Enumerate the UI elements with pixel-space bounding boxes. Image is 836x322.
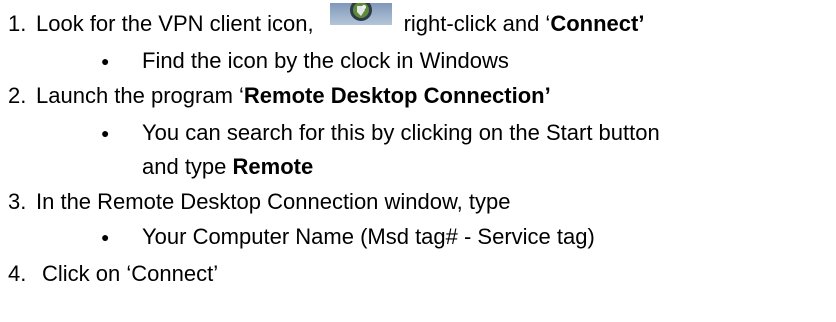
- step-text: In the Remote Desktop Connection window,…: [36, 189, 511, 214]
- step-number: 4.: [8, 261, 27, 286]
- step-number: 2.: [8, 83, 27, 108]
- bullet-text: You can search for this by clicking on t…: [142, 120, 660, 145]
- bullet-text: Find the icon by the clock in Windows: [142, 48, 509, 73]
- step-3-bullet: ● Your Computer Name (Msd tag# - Service…: [101, 222, 595, 252]
- bullet-text: Your Computer Name (Msd tag# - Service t…: [142, 224, 595, 249]
- vpn-client-icon: [329, 3, 392, 25]
- step-4: 4. Click on ‘Connect’: [0, 258, 218, 290]
- step-2: 2. Launch the program ‘Remote Desktop Co…: [0, 80, 551, 112]
- program-name-bold: Remote Desktop Connection’: [243, 83, 551, 108]
- step-number: 3.: [8, 189, 27, 214]
- step-text-after: right-click and ‘: [403, 11, 551, 36]
- step-1-bullet: ● Find the icon by the clock in Windows: [101, 46, 509, 76]
- step-text: Look for the VPN client icon,: [36, 11, 314, 36]
- bullet-icon: ●: [101, 53, 110, 69]
- step-text: Launch the program ‘: [36, 83, 244, 108]
- step-1: 1. Look for the VPN client icon, right-c…: [0, 3, 645, 40]
- step-text: Click on ‘Connect’: [42, 261, 219, 286]
- bullet-icon: ●: [101, 125, 110, 141]
- step-3: 3. In the Remote Desktop Connection wind…: [0, 186, 511, 218]
- connect-bold: Connect’: [550, 11, 645, 36]
- bullet-icon: ●: [101, 229, 110, 245]
- remote-bold: Remote: [232, 154, 314, 179]
- step-2-bullet: ● You can search for this by clicking on…: [101, 118, 660, 148]
- step-number: 1.: [8, 11, 27, 36]
- step-2-bullet-continued: and type Remote: [142, 152, 313, 182]
- bullet-text: and type: [142, 154, 227, 179]
